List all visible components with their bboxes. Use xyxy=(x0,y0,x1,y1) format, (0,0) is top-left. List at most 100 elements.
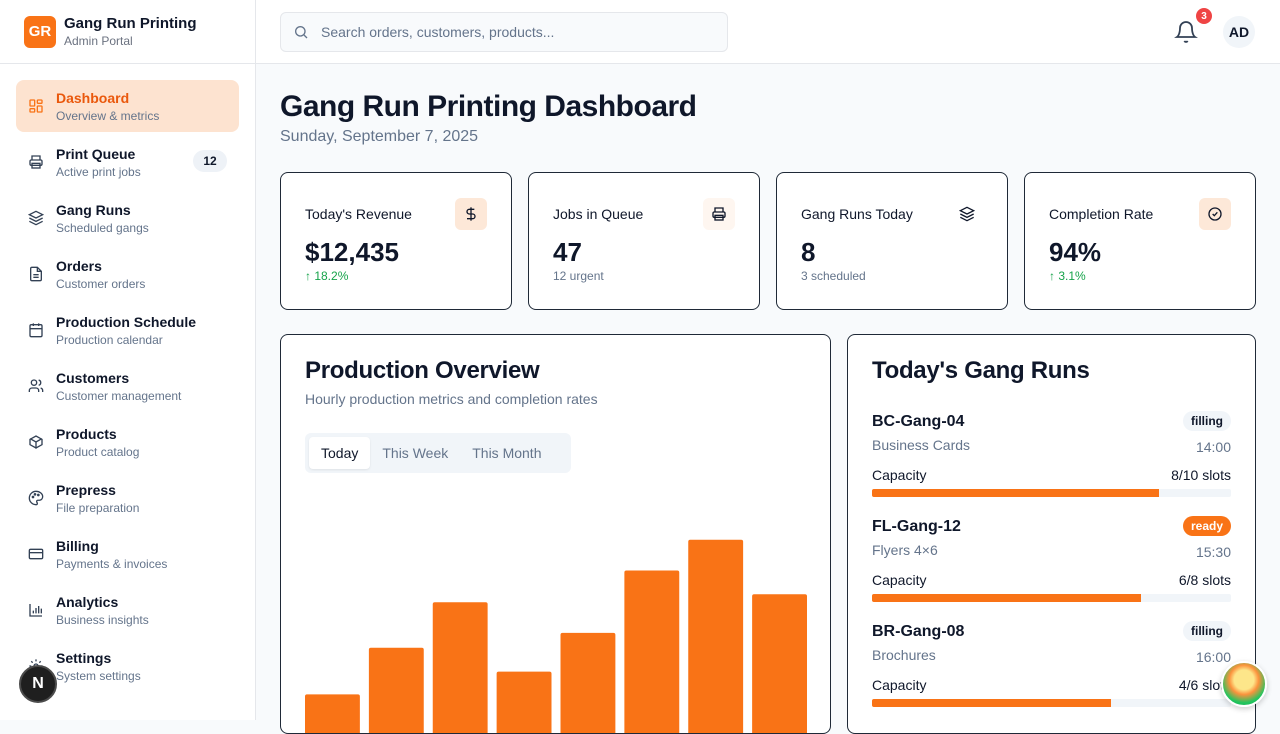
sidebar-item-prepress[interactable]: Prepress File preparation xyxy=(16,472,239,524)
file-text-icon xyxy=(30,266,42,282)
calendar-icon xyxy=(29,323,43,338)
credit-card-icon xyxy=(28,548,44,560)
production-overview-panel: Production Overview Hourly production me… xyxy=(280,334,831,734)
status-badge: filling xyxy=(1183,621,1231,641)
status-badge: ready xyxy=(1182,516,1231,536)
sidebar-item-sub: Business insights xyxy=(56,612,149,627)
chart-bar[interactable] xyxy=(560,632,616,734)
avatar[interactable]: AD xyxy=(1223,16,1255,48)
sidebar-item-label: Settings xyxy=(56,649,112,666)
sidebar-item-products[interactable]: Products Product catalog xyxy=(16,416,239,468)
gang-run-item[interactable]: BR-Gang-08 Brochures filling 16:00 Capac… xyxy=(872,621,1231,726)
sidebar-item-print-queue[interactable]: Print Queue Active print jobs 12 xyxy=(16,136,239,188)
stat-card-jobs: Jobs in Queue 47 12 urgent xyxy=(528,172,760,310)
chart-bar[interactable] xyxy=(496,671,552,734)
capacity-fill xyxy=(872,594,1142,602)
chart-bar[interactable] xyxy=(688,539,744,734)
dashboard-icon xyxy=(29,99,43,113)
gang-run-name: BR-Gang-08 xyxy=(872,623,965,640)
sidebar-item-label: Billing xyxy=(56,537,99,554)
tab-this-month[interactable]: This Month xyxy=(460,437,553,469)
gang-run-type: Brochures xyxy=(872,647,936,663)
period-tabs: Today This Week This Month xyxy=(305,433,571,473)
sidebar-nav: Dashboard Overview & metrics Print Queue A… xyxy=(0,64,255,692)
print-queue-count-badge: 12 xyxy=(193,150,227,172)
panel-title: Today's Gang Runs xyxy=(872,357,1090,384)
stat-trend: ↑ 3.1% xyxy=(1049,269,1086,283)
gang-run-time: 15:30 xyxy=(1195,544,1231,560)
sidebar-item-orders[interactable]: Orders Customer orders xyxy=(16,248,239,300)
page-date: Sunday, September 7, 2025 xyxy=(280,128,479,145)
check-circle-icon xyxy=(1199,198,1231,230)
search-input[interactable] xyxy=(321,24,701,40)
sidebar-item-label: Dashboard xyxy=(56,89,130,106)
sidebar-item-label: Orders xyxy=(56,257,102,274)
capacity-fill xyxy=(872,489,1160,497)
stat-value: 47 xyxy=(553,237,582,267)
gang-run-item[interactable]: BC-Gang-04 Business Cards filling 14:00 … xyxy=(872,411,1231,516)
gang-runs-list: BC-Gang-04 Business Cards filling 14:00 … xyxy=(872,411,1231,726)
sidebar-item-sub: Product catalog xyxy=(56,444,140,459)
gang-run-item[interactable]: FL-Gang-12 Flyers 4×6 ready 15:30 Capaci… xyxy=(872,516,1231,621)
sidebar-item-analytics[interactable]: Analytics Business insights xyxy=(16,584,239,636)
gang-runs-panel: Today's Gang Runs BC-Gang-04 Business Ca… xyxy=(847,334,1256,734)
assistant-widget-button[interactable] xyxy=(1221,661,1267,707)
gang-run-type: Flyers 4×6 xyxy=(872,542,938,558)
capacity-label: Capacity xyxy=(872,467,927,483)
printer-icon xyxy=(703,198,735,230)
stat-sub: 12 urgent xyxy=(553,269,604,283)
brand-subtitle: Admin Portal xyxy=(64,34,133,48)
brand-title: Gang Run Printing xyxy=(64,15,197,32)
sidebar-item-sub: Active print jobs xyxy=(56,164,141,179)
sidebar-item-sub: Overview & metrics xyxy=(56,108,160,123)
sidebar-item-label: Gang Runs xyxy=(56,201,131,218)
bar-chart-icon xyxy=(29,604,42,617)
gang-run-type: Business Cards xyxy=(872,437,971,453)
sidebar-item-sub: File preparation xyxy=(56,500,140,515)
sidebar-item-billing[interactable]: Billing Payments & invoices xyxy=(16,528,239,580)
brand-logo: GR xyxy=(24,15,56,48)
sidebar-item-label: Analytics xyxy=(56,593,119,610)
chart-bar[interactable] xyxy=(752,594,807,734)
search-icon xyxy=(295,26,308,39)
capacity-value: 8/10 slots xyxy=(1171,467,1231,483)
gang-run-time: 14:00 xyxy=(1195,439,1231,455)
bell-icon[interactable] xyxy=(1174,20,1198,44)
sidebar-item-production-schedule[interactable]: Production Schedule Production calendar xyxy=(16,304,239,356)
palette-icon xyxy=(28,490,44,506)
framework-dev-badge[interactable]: N xyxy=(19,665,57,703)
dollar-icon xyxy=(455,198,487,230)
sidebar-item-sub: Production calendar xyxy=(56,332,163,347)
chart-bar[interactable] xyxy=(305,694,360,734)
search-box[interactable] xyxy=(280,12,728,52)
chart-bar[interactable] xyxy=(368,647,424,734)
gang-run-time: 16:00 xyxy=(1195,649,1231,665)
capacity-value: 6/8 slots xyxy=(1178,572,1231,588)
stat-value: $12,435 xyxy=(305,237,399,267)
chart-bar[interactable] xyxy=(624,570,680,734)
sidebar-item-label: Production Schedule xyxy=(56,313,197,330)
printer-icon xyxy=(29,155,43,169)
chart-bar[interactable] xyxy=(432,602,488,734)
tab-this-week[interactable]: This Week xyxy=(370,437,460,469)
stat-sub: 3 scheduled xyxy=(801,269,866,283)
sidebar-item-customers[interactable]: Customers Customer management xyxy=(16,360,239,412)
topbar: 3 AD xyxy=(256,0,1280,64)
sidebar-item-gang-runs[interactable]: Gang Runs Scheduled gangs xyxy=(16,192,239,244)
status-badge: filling xyxy=(1183,411,1231,431)
capacity-bar xyxy=(872,489,1231,497)
stat-card-completion: Completion Rate 94% ↑ 3.1% xyxy=(1024,172,1256,310)
sidebar-item-sub: Scheduled gangs xyxy=(56,220,149,235)
sidebar-item-label: Customers xyxy=(56,369,130,386)
stat-trend: ↑ 18.2% xyxy=(305,269,349,283)
capacity-bar xyxy=(872,699,1231,707)
capacity-label: Capacity xyxy=(872,677,927,693)
panel-subtitle: Hourly production metrics and completion… xyxy=(305,391,598,407)
sidebar-item-dashboard[interactable]: Dashboard Overview & metrics xyxy=(16,80,239,132)
page-title: Gang Run Printing Dashboard xyxy=(280,90,697,123)
main-content: Gang Run Printing Dashboard Sunday, Sept… xyxy=(256,64,1280,734)
sidebar-item-sub: Payments & invoices xyxy=(56,556,168,571)
tab-today[interactable]: Today xyxy=(309,437,371,469)
brand[interactable]: GR Gang Run Printing Admin Portal xyxy=(0,0,255,64)
stat-value: 94% xyxy=(1049,237,1102,267)
